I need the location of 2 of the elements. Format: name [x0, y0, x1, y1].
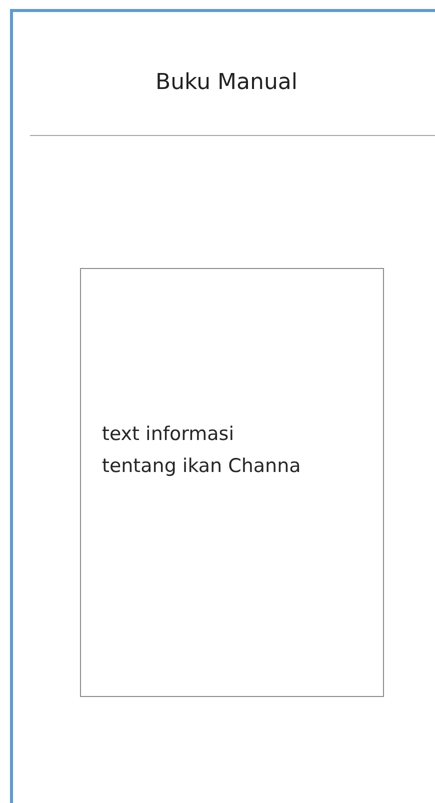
info-text: text informasi tentang ikan Channa — [102, 422, 301, 478]
screen-title: Buku Manual — [156, 70, 298, 95]
